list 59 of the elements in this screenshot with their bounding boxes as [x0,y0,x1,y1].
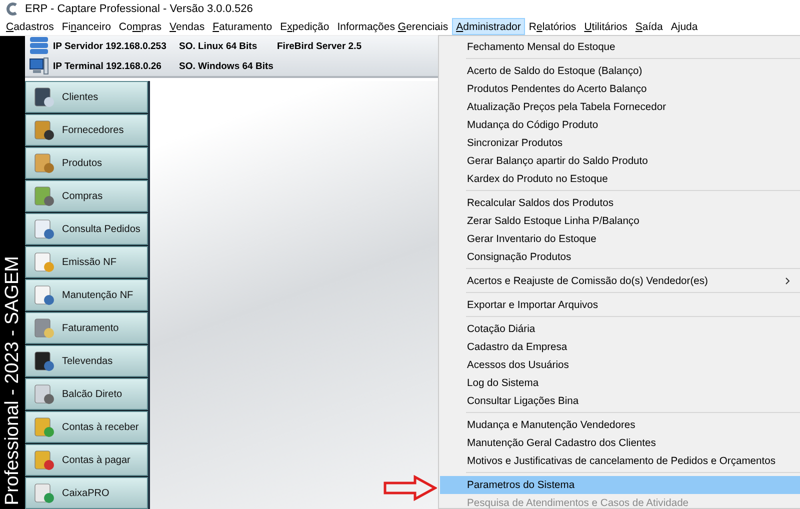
menu-item[interactable]: Consultar Ligações Bina [440,392,800,410]
app-logo-icon [5,2,19,16]
sidebar-button[interactable]: Faturamento [25,312,148,344]
menu-item[interactable]: Parametros do Sistema [440,476,800,494]
menu-bar-item[interactable]: Vendas [166,18,209,35]
sidebar-button[interactable]: Manutenção NF [25,279,148,311]
menu-item[interactable]: Manutenção Geral Cadastro dos Clientes [440,434,800,452]
server-icon [29,37,49,55]
pointer-arrow [383,475,437,501]
ip-address-text: IP Terminal 192.168.0.26 [53,60,162,72]
menu-item[interactable]: Exportar e Importar Arquivos [440,296,800,314]
sidebar-button[interactable]: Balcão Direto [25,378,148,410]
menu-bar-item[interactable]: Utilitários [580,18,632,35]
sidebar-button[interactable]: Contas à receber [25,411,148,443]
menu-item[interactable]: Cotação Diária [440,320,800,338]
menu-item[interactable]: Log do Sistema [440,374,800,392]
menu-bar-item[interactable]: Faturamento [208,18,276,35]
sidebar-button[interactable]: Clientes [25,81,148,113]
ip-address-text: IP Servidor 192.168.0.253 [53,40,168,52]
sidebar-button[interactable]: CaixaPRO [25,477,148,509]
menu-item[interactable]: Acessos dos Usuários [440,356,800,374]
menu-item[interactable]: Motivos e Justificativas de cancelamento de Pedidos e Orçamentos [440,452,800,470]
menu-item[interactable]: Gerar Inventario do Estoque [440,230,800,248]
menu-bar-item[interactable]: Informações Gerenciais [333,18,452,35]
sidebar-button[interactable]: Televendas [25,345,148,377]
menu-bar-item[interactable]: Cadastros [2,18,58,35]
menu-item[interactable]: Consignação Produtos [440,248,800,266]
sidebar-button[interactable]: Contas à pagar [25,444,148,476]
menu-bar-item[interactable]: Financeiro [58,18,115,35]
menu-item[interactable]: Cadastro da Empresa [440,338,800,356]
sidebar-button[interactable]: Consulta Pedidos [25,213,148,245]
database-text: FireBird Server 2.5 [277,40,362,52]
menu-bar-item[interactable]: Ajuda [666,18,702,35]
sidebar-button[interactable]: Emissão NF [25,246,148,278]
menu-item[interactable]: Mudança do Código Produto [440,116,800,134]
menu-item[interactable]: Acerto de Saldo do Estoque (Balanço) [440,62,800,80]
menu-item[interactable]: Recalcular Saldos dos Produtos [440,194,800,212]
menu-item[interactable]: Zerar Saldo Estoque Linha P/Balanço [440,212,800,230]
side-banner: Professional - 2023 - SAGEM [0,36,25,509]
menu-bar-item[interactable]: Administrador [452,18,525,35]
menu-item[interactable]: Atualização Preços pela Tabela Fornecedor [440,98,800,116]
menu-item[interactable]: Produtos Pendentes do Acerto Balanço [440,80,800,98]
menu-bar-item[interactable]: Saída [631,18,667,35]
menu-bar-item[interactable]: Relatórios [524,18,580,35]
menu-bar-item[interactable]: Compras [114,18,166,35]
menu-item[interactable]: Sincronizar Produtos [440,134,800,152]
sidebar-button[interactable]: Compras [25,180,148,212]
menu-item[interactable]: Fechamento Mensal do Estoque [440,38,800,56]
menu-item[interactable]: Kardex do Produto no Estoque [440,170,800,188]
menu-bar-item[interactable]: Expedição [276,18,334,35]
menu-item[interactable]: Acertos e Reajuste de Comissão do(s) Vendedor(es) [440,272,800,290]
sidebar-button[interactable]: Produtos [25,147,148,179]
sidebar-button[interactable]: Fornecedores [25,114,148,146]
window-title: ERP - Captare Professional - Versão 3.0.0.526 [25,3,253,15]
menu-item[interactable]: Mudança e Manutenção Vendedores [440,416,800,434]
menu-item[interactable]: Gerar Balanço apartir do Saldo Produto [440,152,800,170]
computer-icon [29,57,49,75]
os-text: SO. Linux 64 Bits [179,40,258,52]
os-text: SO. Windows 64 Bits [179,60,274,72]
